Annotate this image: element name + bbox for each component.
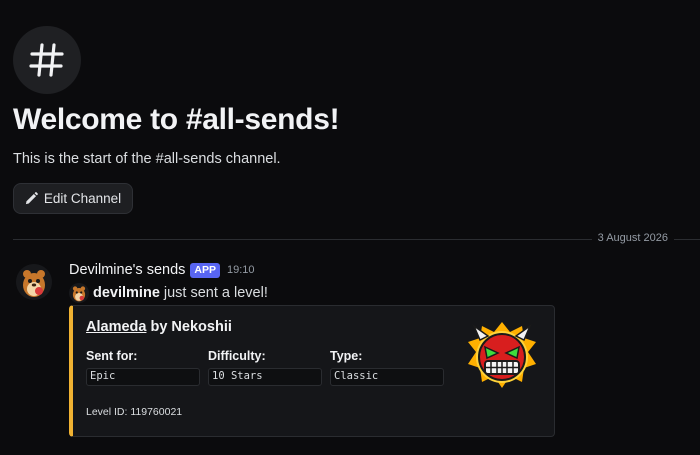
bot-avatar[interactable]	[16, 264, 52, 300]
edit-channel-label: Edit Channel	[43, 191, 122, 206]
message-timestamp[interactable]: 19:10	[227, 264, 255, 276]
field-name: Type:	[330, 349, 363, 363]
embed-title: Alameda by Nekoshii	[86, 319, 232, 335]
field-difficulty: Difficulty: 10 Stars	[208, 349, 322, 386]
mention-username[interactable]: devilmine	[93, 285, 160, 301]
field-name: Difficulty:	[208, 349, 266, 363]
app-badge: APP	[190, 262, 220, 278]
edit-channel-button[interactable]: Edit Channel	[13, 183, 133, 214]
field-type: Type: Classic	[330, 349, 444, 386]
extreme-demon-icon[interactable]	[466, 320, 538, 392]
field-sent-for: Sent for: Epic	[86, 349, 200, 386]
field-value: Classic	[330, 368, 444, 386]
field-value: 10 Stars	[208, 368, 322, 386]
field-value: Epic	[86, 368, 200, 386]
date-divider-label: 3 August 2026	[591, 232, 674, 244]
channel-hash-icon	[13, 26, 81, 94]
pencil-icon	[25, 192, 38, 205]
mention-avatar	[69, 283, 89, 303]
field-name: Sent for:	[86, 349, 138, 363]
welcome-title: Welcome to #all-sends!	[13, 103, 340, 136]
message-content: devilmine just sent a level!	[69, 283, 268, 303]
level-author: by Nekoshii	[150, 319, 232, 335]
welcome-subtitle: This is the start of the #all-sends chan…	[13, 151, 281, 167]
level-name-link[interactable]: Alameda	[86, 319, 146, 335]
message-header: Devilmine's sends APP 19:10	[69, 262, 255, 278]
level-embed: Alameda by Nekoshii Sent for: Epic Diffi…	[69, 305, 555, 437]
message-text: just sent a level!	[163, 285, 268, 301]
message-author[interactable]: Devilmine's sends	[69, 262, 185, 278]
embed-footer: Level ID: 119760021	[86, 406, 183, 418]
